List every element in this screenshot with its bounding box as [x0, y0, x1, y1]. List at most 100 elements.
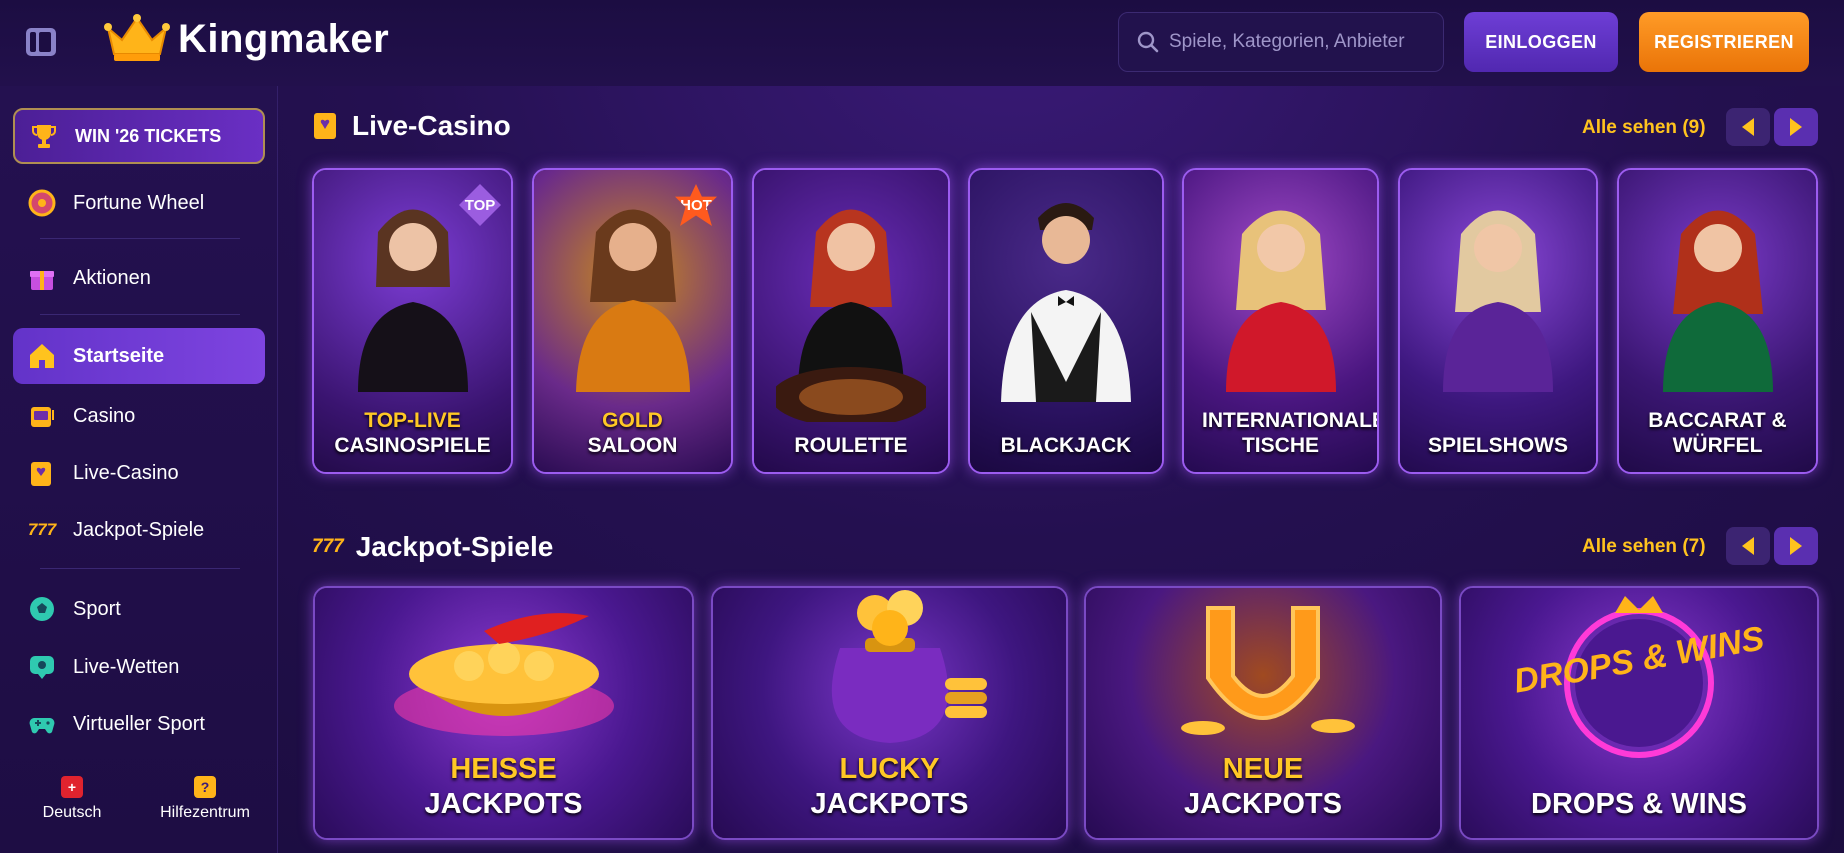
slot-machine-icon	[27, 401, 57, 431]
777-icon: 777	[27, 520, 57, 539]
register-button[interactable]: REGISTRIEREN	[1639, 12, 1809, 72]
card-label-main: DROPS & WINS	[1531, 788, 1747, 821]
live-casino-card[interactable]: INTERNATIONALE TISCHE	[1182, 168, 1379, 474]
arrow-right-icon	[1790, 118, 1802, 136]
sidebar-item-label: Fortune Wheel	[73, 191, 205, 214]
sidebar-divider	[40, 238, 240, 239]
sidebar-divider	[40, 568, 240, 569]
card-label: SPIELSHOWS	[1400, 433, 1596, 458]
card-label-main: BACCARAT & WÜRFEL	[1648, 408, 1787, 457]
sidebar-item-live-casino[interactable]: Live-Casino	[13, 445, 265, 501]
fortune-wheel-icon	[27, 188, 57, 218]
sidebar: WIN '26 TICKETS Fortune Wheel Aktionen S…	[0, 86, 278, 853]
jackpot-card[interactable]: DROPS & WINS DROPS & WINS	[1459, 586, 1819, 840]
search-input[interactable]: Spiele, Kategorien, Anbieter	[1118, 12, 1444, 72]
sidebar-toggle-icon[interactable]	[26, 28, 56, 56]
sidebar-item-jackpot-spiele[interactable]: 777 Jackpot-Spiele	[13, 502, 265, 558]
sidebar-item-label: Sport	[73, 597, 121, 620]
sidebar-item-win-tickets[interactable]: WIN '26 TICKETS	[13, 108, 265, 164]
live-casino-section-title: Live-Casino	[312, 110, 511, 142]
jackpot-card[interactable]: HEISSE JACKPOTS	[313, 586, 694, 840]
jackpot-card[interactable]: NEUE JACKPOTS	[1084, 586, 1442, 840]
help-label: Hilfezentrum	[160, 804, 250, 821]
home-icon	[27, 341, 57, 371]
help-center-link[interactable]: ? Hilfezentrum	[150, 776, 260, 822]
card-label-main: JACKPOTS	[424, 788, 583, 821]
money-bag-icon	[831, 590, 987, 743]
sidebar-item-label: Startseite	[73, 344, 165, 367]
live-casino-see-all-link[interactable]: Alle sehen (9)	[1582, 117, 1706, 139]
sidebar-divider	[40, 314, 240, 315]
777-icon: 777	[312, 536, 344, 557]
live-casino-card[interactable]: SPIELSHOWS	[1398, 168, 1598, 474]
sidebar-item-label: Live-Casino	[73, 461, 179, 484]
live-casino-card[interactable]: BLACKJACK	[968, 168, 1164, 474]
jackpot-section-title: 777 Jackpot-Spiele	[312, 531, 553, 563]
card-label: INTERNATIONALE TISCHE	[1184, 408, 1377, 458]
language-label: Deutsch	[42, 804, 102, 821]
card-label-main: SPIELSHOWS	[1427, 433, 1569, 457]
swiss-flag-icon: +	[61, 776, 83, 798]
gamepad-icon	[27, 709, 57, 739]
sidebar-item-virtueller-sport[interactable]: Virtueller Sport	[13, 696, 265, 752]
jackpot-card[interactable]: LUCKY JACKPOTS	[711, 586, 1068, 840]
horseshoe-icon	[1181, 606, 1355, 735]
sidebar-item-label: Jackpot-Spiele	[73, 518, 205, 541]
sidebar-item-label: Casino	[73, 404, 136, 427]
card-label-highlight: TOP-LIVE	[364, 408, 461, 432]
gold-coins-bowl-icon	[393, 613, 614, 736]
app-root: Kingmaker Spiele, Kategorien, Anbieter E…	[0, 0, 1844, 853]
live-casino-icon	[27, 458, 57, 488]
language-selector[interactable]: + Deutsch	[34, 776, 110, 822]
card-label-main: ROULETTE	[794, 433, 908, 457]
dealer-figure	[357, 209, 468, 392]
card-label-main: JACKPOTS	[810, 788, 969, 821]
card-label: NEUE JACKPOTS	[1086, 752, 1440, 822]
brand-logo[interactable]: Kingmaker	[104, 14, 389, 64]
crown-icon	[104, 14, 170, 61]
card-label-highlight: NEUE	[1222, 753, 1304, 786]
card-label: TOP-LIVE CASINOSPIELE	[314, 408, 511, 458]
sidebar-item-label: WIN '26 TICKETS	[75, 125, 222, 146]
login-button[interactable]: EINLOGGEN	[1464, 12, 1618, 72]
sidebar-item-label: Aktionen	[73, 266, 151, 289]
jackpot-prev-arrow[interactable]	[1726, 527, 1770, 565]
dealer-figure	[1443, 210, 1553, 392]
live-casino-card[interactable]: BACCARAT & WÜRFEL	[1617, 168, 1818, 474]
live-casino-next-arrow[interactable]	[1774, 108, 1818, 146]
sidebar-item-label: Virtueller Sport	[73, 712, 205, 735]
arrow-left-icon	[1742, 537, 1754, 555]
jackpot-next-arrow[interactable]	[1774, 527, 1818, 565]
card-label: BACCARAT & WÜRFEL	[1619, 408, 1816, 458]
card-label-highlight: LUCKY	[839, 753, 940, 786]
search-icon	[1137, 31, 1159, 53]
card-label-main: CASINOSPIELE	[334, 433, 491, 457]
section-title-text: Jackpot-Spiele	[355, 531, 554, 562]
live-casino-card[interactable]: TOP TOP-LIVE CASINOSPIELE	[312, 168, 513, 474]
dealer-figure	[1001, 203, 1131, 402]
sidebar-item-sport[interactable]: Sport	[13, 581, 265, 637]
card-label-main: SALOON	[587, 433, 678, 457]
brand-name: Kingmaker	[178, 16, 390, 61]
sidebar-item-live-wetten[interactable]: Live-Wetten	[13, 639, 265, 695]
live-casino-icon	[314, 113, 336, 139]
live-casino-card[interactable]: ROULETTE	[752, 168, 950, 474]
card-label: HEISSE JACKPOTS	[315, 752, 692, 822]
sidebar-item-startseite[interactable]: Startseite	[13, 328, 265, 384]
sidebar-item-aktionen[interactable]: Aktionen	[13, 250, 265, 306]
live-casino-prev-arrow[interactable]	[1726, 108, 1770, 146]
section-title-text: Live-Casino	[352, 110, 511, 141]
sidebar-item-fortune-wheel[interactable]: Fortune Wheel	[13, 175, 265, 231]
sidebar-item-casino[interactable]: Casino	[13, 388, 265, 444]
soccer-ball-icon	[27, 594, 57, 624]
card-label-main: INTERNATIONALE TISCHE	[1202, 408, 1379, 457]
card-label: ROULETTE	[754, 433, 948, 458]
trophy-icon	[29, 121, 59, 151]
live-casino-card[interactable]: HOT GOLD SALOON	[532, 168, 733, 474]
search-placeholder: Spiele, Kategorien, Anbieter	[1169, 31, 1405, 52]
dealer-figure	[1225, 210, 1336, 392]
live-bet-icon	[27, 652, 57, 682]
jackpot-see-all-link[interactable]: Alle sehen (7)	[1582, 536, 1706, 558]
gift-icon	[27, 263, 57, 293]
card-label-main: JACKPOTS	[1184, 788, 1342, 821]
